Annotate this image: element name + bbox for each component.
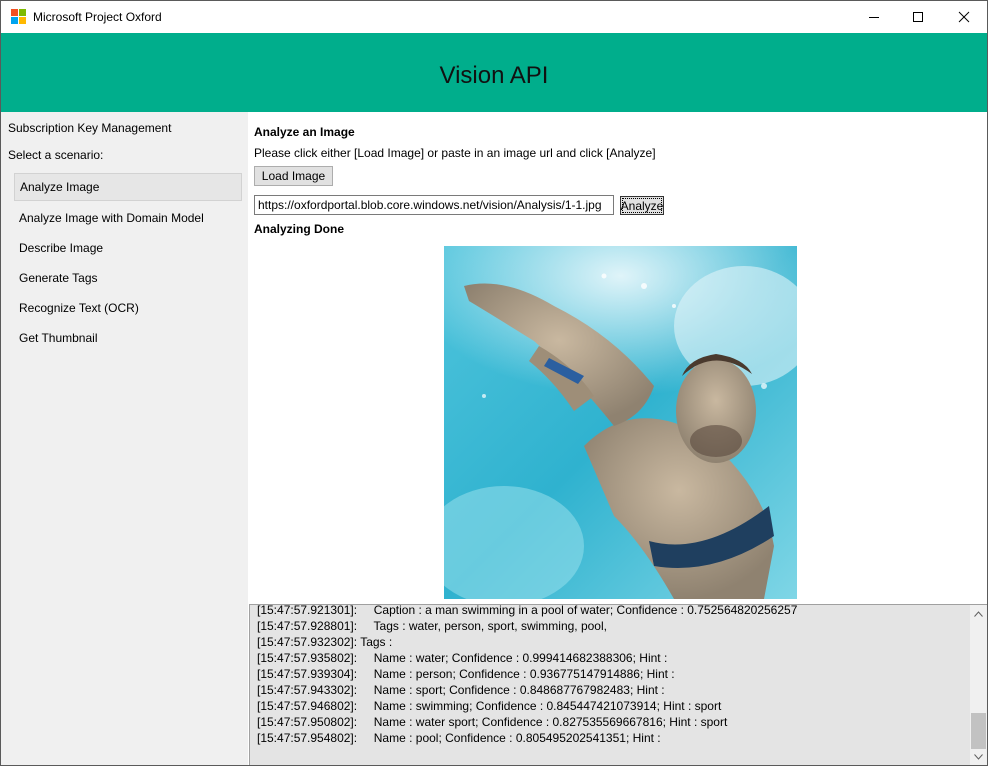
- log-line: [15:47:57.935802]: Name : water; Confide…: [257, 651, 668, 665]
- sidebar-item-analyze-image[interactable]: Analyze Image: [14, 173, 242, 201]
- chevron-up-icon: [974, 610, 983, 617]
- header-banner: Vision API: [1, 33, 987, 112]
- scenario-sidebar: Subscription Key Management Select a sce…: [1, 112, 248, 765]
- sidebar-item-analyze-image-domain-model[interactable]: Analyze Image with Domain Model: [14, 204, 242, 232]
- scenario-prompt-label: Select a scenario:: [8, 148, 104, 162]
- title-bar: Microsoft Project Oxford: [1, 1, 987, 33]
- log-line: [15:47:57.939304]: Name : person; Confid…: [257, 667, 675, 681]
- close-button[interactable]: [941, 1, 987, 33]
- sidebar-item-label: Analyze Image: [20, 180, 100, 194]
- app-window: Microsoft Project Oxford Vision API Subs…: [0, 0, 988, 766]
- log-line: [15:47:57.954802]: Name : pool; Confiden…: [257, 731, 661, 745]
- analyze-panel: Analyze an Image Please click either [Lo…: [248, 112, 987, 604]
- sidebar-item-recognize-text[interactable]: Recognize Text (OCR): [14, 294, 242, 322]
- log-lines: [15:47:57.921301]: Caption : a man swimm…: [257, 604, 965, 746]
- sidebar-item-label: Get Thumbnail: [19, 331, 98, 345]
- close-icon: [958, 11, 970, 23]
- sidebar-item-label: Generate Tags: [19, 271, 98, 285]
- log-line: [15:47:57.946802]: Name : swimming; Conf…: [257, 699, 722, 713]
- load-image-button[interactable]: Load Image: [254, 166, 333, 186]
- section-title: Analyze an Image: [254, 125, 355, 139]
- sidebar-item-label: Recognize Text (OCR): [19, 301, 139, 315]
- scroll-thumb[interactable]: [971, 713, 986, 749]
- image-url-input[interactable]: [254, 195, 614, 215]
- log-line: [15:47:57.950802]: Name : water sport; C…: [257, 715, 728, 729]
- scroll-down-button[interactable]: [970, 748, 987, 765]
- analyze-button[interactable]: Analyze: [620, 196, 664, 215]
- minimize-icon: [869, 17, 879, 18]
- subscription-key-management-link[interactable]: Subscription Key Management: [8, 121, 171, 135]
- minimize-button[interactable]: [851, 1, 897, 33]
- analysis-status: Analyzing Done: [254, 222, 345, 236]
- analyzed-image: [444, 246, 797, 599]
- maximize-icon: [913, 12, 923, 22]
- log-line: [15:47:57.928801]: Tags : water, person,…: [257, 619, 607, 633]
- window-title: Microsoft Project Oxford: [33, 10, 162, 24]
- log-output[interactable]: [15:47:57.921301]: Caption : a man swimm…: [249, 604, 987, 765]
- sidebar-item-describe-image[interactable]: Describe Image: [14, 234, 242, 262]
- sidebar-item-generate-tags[interactable]: Generate Tags: [14, 264, 242, 292]
- log-line: [15:47:57.932302]: Tags :: [257, 635, 393, 649]
- log-line: [15:47:57.921301]: Caption : a man swimm…: [257, 604, 798, 617]
- swimmer-photo: [444, 246, 797, 599]
- chevron-down-icon: [974, 753, 983, 760]
- microsoft-logo-icon: [11, 9, 27, 25]
- sidebar-item-label: Analyze Image with Domain Model: [19, 211, 204, 225]
- log-line: [15:47:57.943302]: Name : sport; Confide…: [257, 683, 665, 697]
- header-title: Vision API: [439, 61, 549, 89]
- scroll-up-button[interactable]: [970, 605, 987, 622]
- log-scrollbar[interactable]: [970, 605, 987, 765]
- maximize-button[interactable]: [895, 1, 941, 33]
- sidebar-item-get-thumbnail[interactable]: Get Thumbnail: [14, 324, 242, 352]
- instructions-text: Please click either [Load Image] or past…: [254, 146, 656, 160]
- sidebar-item-label: Describe Image: [19, 241, 104, 255]
